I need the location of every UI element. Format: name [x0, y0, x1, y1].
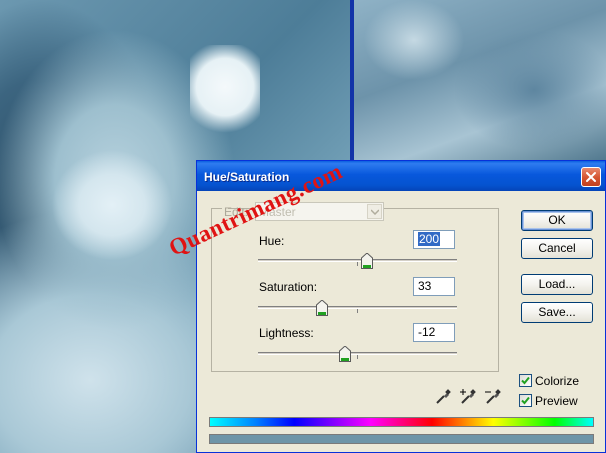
ok-button[interactable]: OK — [521, 210, 593, 231]
checkmark-icon — [521, 396, 530, 405]
flower-in-hair — [190, 45, 260, 140]
colorize-label: Colorize — [535, 374, 580, 388]
hue-label: Hue: — [259, 234, 285, 248]
dialog-titlebar[interactable]: Hue/Saturation — [197, 161, 605, 191]
close-icon — [586, 172, 596, 182]
hue-slider-center-tick — [357, 262, 358, 266]
checkmark-icon — [521, 376, 530, 385]
saturation-slider-center-tick — [357, 309, 358, 313]
dialog-title: Hue/Saturation — [204, 170, 290, 184]
load-button[interactable]: Load... — [521, 274, 593, 295]
leaf-photo — [354, 0, 606, 160]
save-button[interactable]: Save... — [521, 302, 593, 323]
eyedropper-plus-icon[interactable] — [458, 387, 478, 407]
saturation-label: Saturation: — [259, 280, 318, 294]
preview-label: Preview — [535, 394, 578, 408]
preview-checkbox[interactable] — [519, 394, 532, 407]
adjustment-group — [211, 201, 499, 372]
lightness-input[interactable]: -12 — [413, 323, 455, 342]
edit-select-arrow — [367, 204, 382, 219]
result-color-bar — [209, 434, 594, 444]
lightness-label: Lightness: — [259, 326, 314, 340]
saturation-input[interactable]: 33 — [413, 277, 455, 296]
lightness-slider-thumb[interactable] — [339, 346, 351, 362]
eyedropper-minus-icon[interactable] — [483, 387, 503, 407]
close-button[interactable] — [581, 167, 601, 187]
saturation-slider-thumb[interactable] — [316, 300, 328, 316]
dropdown-arrow-icon — [371, 209, 379, 215]
hue-slider-thumb[interactable] — [361, 253, 373, 269]
cancel-button[interactable]: Cancel — [521, 238, 593, 259]
eyedropper-icon[interactable] — [433, 387, 453, 407]
hue-value: 200 — [418, 232, 441, 246]
hue-input[interactable]: 200 — [413, 230, 455, 249]
lightness-slider-center-tick — [357, 355, 358, 359]
input-hue-spectrum — [209, 417, 594, 427]
colorize-checkbox[interactable] — [519, 374, 532, 387]
